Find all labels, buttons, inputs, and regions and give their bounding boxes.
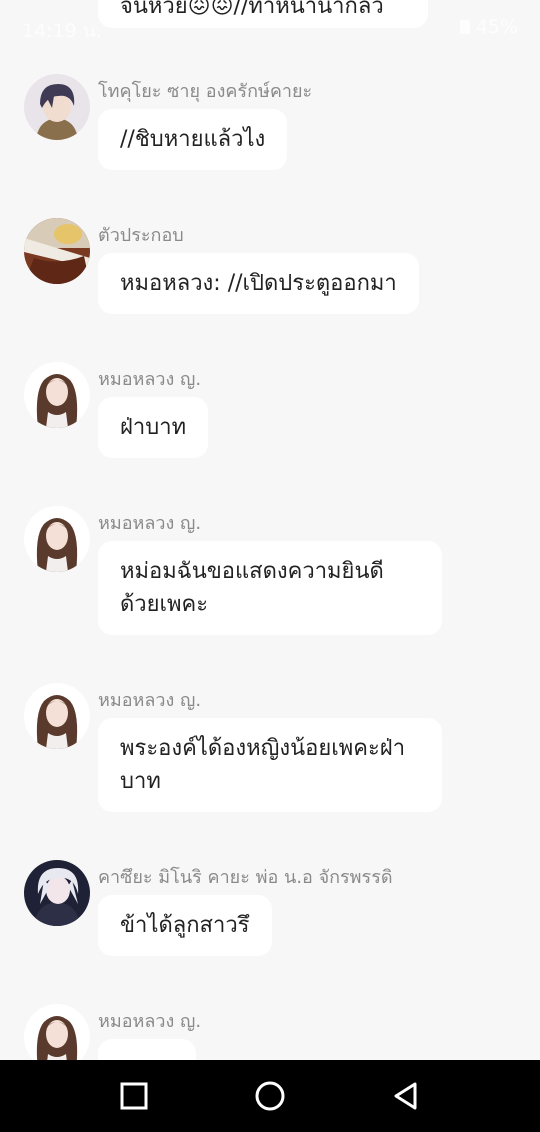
avatar[interactable] <box>24 860 90 926</box>
message-bubble[interactable]: พระองค์ได้องหญิงน้อยเพคะฝ่าบาท <box>98 718 442 812</box>
sender-name: คาซึยะ มิโนริ คายะ พ่อ น.อ จักรพรรดิ <box>98 867 393 888</box>
status-bar: 14:19 น. 45% <box>0 0 540 56</box>
message-bubble[interactable]: //ชิบหายแล้วไง <box>98 109 288 170</box>
avatar[interactable] <box>24 683 90 749</box>
battery-percent: 45% <box>475 16 518 38</box>
sender-name: หมอหลวง ญ. <box>98 690 202 711</box>
circle-icon <box>255 1081 285 1111</box>
home-button[interactable] <box>252 1078 288 1114</box>
avatar[interactable] <box>24 1004 90 1060</box>
sender-name: หมอหลวง ญ. <box>98 369 202 390</box>
navigation-bar <box>0 1060 540 1132</box>
message-text: หมอหลวง: //เปิดประตูออกมา <box>120 271 397 296</box>
avatar[interactable] <box>24 218 90 284</box>
message-text: พระองค์ได้องหญิงน้อยเพคะฝ่าบาท <box>120 736 406 794</box>
message-text: ข้าได้ลูกสาวรึ <box>120 913 250 938</box>
avatar[interactable] <box>24 74 90 140</box>
status-battery: 45% <box>459 16 518 38</box>
avatar[interactable] <box>24 362 90 428</box>
sender-name: หมอหลวง ญ. <box>98 1011 202 1032</box>
message-bubble[interactable]: หมอหลวง: //เปิดประตูออกมา <box>98 253 419 314</box>
back-button[interactable] <box>388 1078 424 1114</box>
sender-name: โทคุโยะ ซายุ องครักษ์คายะ <box>98 81 313 102</box>
message-bubble[interactable]: ข้าได้ลูกสาวรึ <box>98 895 272 956</box>
chat-area[interactable]: 14:19 น. 45% จนหวย😖😖//ทำหน้านำกล้ว โทคุโ… <box>0 0 540 1060</box>
sender-name: หมอหลวง ญ. <box>98 513 202 534</box>
message-bubble[interactable]: ฝ่าบาท <box>98 397 209 458</box>
battery-icon <box>459 20 470 34</box>
avatar[interactable] <box>24 506 90 572</box>
message-bubble[interactable] <box>98 1039 196 1060</box>
sender-name: ตัวประกอบ <box>98 225 184 246</box>
message-text: ฝ่าบาท <box>120 415 187 440</box>
message-bubble[interactable]: หม่อมฉันขอแสดงความยินดีด้วยเพคะ <box>98 541 442 635</box>
message-text: หม่อมฉันขอแสดงความยินดีด้วยเพคะ <box>120 559 384 617</box>
triangle-icon <box>394 1082 417 1110</box>
square-icon <box>120 1082 148 1110</box>
status-time: 14:19 น. <box>22 20 102 42</box>
message-text: //ชิบหายแล้วไง <box>120 127 266 152</box>
recents-button[interactable] <box>116 1078 152 1114</box>
